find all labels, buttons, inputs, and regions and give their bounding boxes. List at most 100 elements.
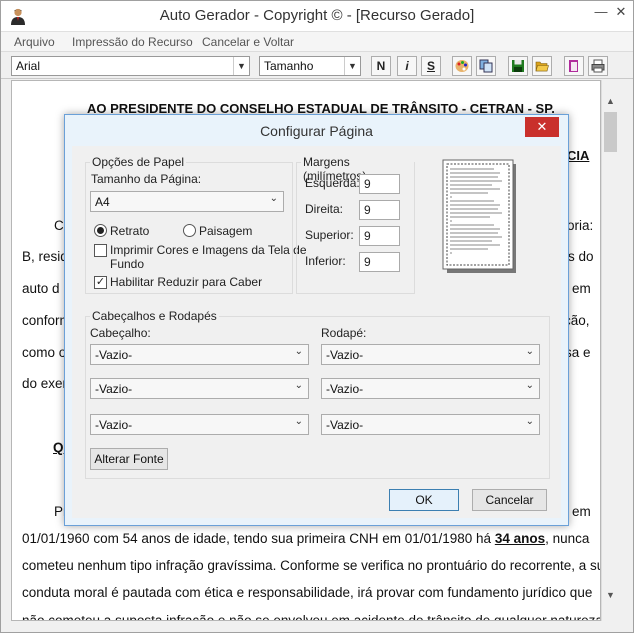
footer-select-1[interactable]: -Vazio- ⌄ (321, 344, 540, 365)
footer-label: Rodapé: (321, 326, 367, 340)
landscape-radio[interactable] (183, 224, 196, 237)
paragraph-line: cometeu nenhum tipo infração gravíssima.… (22, 558, 601, 573)
margin-left-input[interactable]: 9 (359, 174, 400, 194)
header-select-value: -Vazio- (95, 418, 133, 432)
print-colors-checkbox[interactable] (94, 244, 107, 257)
title-bar: Auto Gerador - Copyright © - [Recurso Ge… (1, 1, 633, 32)
header-select-2[interactable]: -Vazio- ⌄ (90, 378, 309, 399)
page-size-select[interactable]: A4 ⌄ (90, 191, 284, 212)
save-button[interactable] (508, 56, 528, 76)
font-size-select[interactable]: Tamanho ▼ (259, 56, 361, 76)
document-heading-fragment: CIA (567, 148, 590, 163)
menu-bar: Arquivo Impressão do Recurso Cancelar e … (1, 32, 633, 52)
page-setup-dialog: Configurar Página ✕ Opções de Papel Tama… (64, 114, 569, 526)
headers-footers-legend: Cabeçalhos e Rodapés (90, 309, 219, 323)
margin-right-input[interactable]: 9 (359, 200, 400, 220)
chevron-down-icon: ⌄ (525, 416, 534, 427)
color-palette-button[interactable] (452, 56, 472, 76)
scrollbar-thumb[interactable] (604, 112, 617, 152)
menu-impressao-do-recurso[interactable]: Impressão do Recurso (72, 35, 193, 49)
dialog-title-bar: Configurar Página ✕ (65, 115, 568, 146)
margin-top-input[interactable]: 9 (359, 226, 400, 246)
close-window-button[interactable]: ✕ (607, 1, 634, 23)
header-label: Cabeçalho: (90, 326, 151, 340)
scroll-down-icon[interactable]: ▼ (602, 587, 619, 604)
chevron-down-icon: ⌄ (294, 346, 303, 357)
folder-open-icon (535, 61, 549, 72)
paper-options-group: Opções de Papel Tamanho da Página: A4 ⌄ … (85, 155, 307, 294)
margin-bottom-input[interactable]: 9 (359, 252, 400, 272)
shrink-to-fit-checkbox[interactable]: ✓ (94, 276, 107, 289)
bold-button[interactable]: N (371, 56, 391, 76)
margins-group: Margens (milímetros) Esquerda: 9 Direita… (296, 155, 415, 294)
chevron-down-icon: ▼ (233, 57, 249, 75)
paragraph-line: 01/01/1960 com 54 anos de idade, tendo s… (22, 531, 589, 546)
paragraph-line: conduta moral é pautada com ética e resp… (22, 585, 593, 600)
text-line: s do (568, 249, 594, 264)
landscape-label[interactable]: Paisagem (199, 224, 252, 238)
margin-bottom-label: Inferior: (305, 254, 346, 268)
italic-button[interactable]: i (397, 56, 417, 76)
font-size-value: Tamanho (264, 59, 314, 73)
footer-select-value: -Vazio- (326, 382, 364, 396)
text-line: oria: (567, 218, 594, 233)
copy-icon (479, 59, 493, 73)
chevron-down-icon: ⌄ (269, 193, 278, 204)
font-family-value: Arial (16, 59, 41, 73)
chevron-down-icon: ⌄ (525, 346, 534, 357)
menu-cancelar-e-voltar[interactable]: Cancelar e Voltar (202, 35, 294, 49)
paragraph-text: , nunca (545, 531, 590, 546)
margin-left-label: Esquerda: (305, 176, 360, 190)
page-size-value: A4 (95, 195, 110, 209)
print-button[interactable] (588, 56, 608, 76)
margin-right-label: Direita: (305, 202, 344, 216)
text-line: auto d (22, 281, 60, 296)
page-size-label: Tamanho da Página: (91, 172, 202, 186)
menu-arquivo[interactable]: Arquivo (14, 35, 55, 49)
save-icon (512, 60, 524, 72)
open-button[interactable] (532, 56, 552, 76)
page-preview-icon (442, 159, 516, 273)
text-line: em (572, 281, 591, 296)
footer-select-3[interactable]: -Vazio- ⌄ (321, 414, 540, 435)
vertical-scrollbar[interactable]: ▲ ▼ (601, 80, 618, 621)
app-window: Auto Gerador - Copyright © - [Recurso Ge… (0, 0, 634, 633)
chevron-down-icon: ⌄ (294, 416, 303, 427)
margin-top-label: Superior: (305, 228, 354, 242)
footer-select-2[interactable]: -Vazio- ⌄ (321, 378, 540, 399)
years-highlight: 34 anos (494, 531, 546, 546)
chevron-down-icon: ▼ (344, 57, 360, 75)
scroll-up-icon[interactable]: ▲ (602, 93, 619, 110)
portrait-radio[interactable] (94, 224, 107, 237)
font-family-select[interactable]: Arial ▼ (11, 56, 250, 76)
text-line: como o (22, 345, 67, 360)
header-select-1[interactable]: -Vazio- ⌄ (90, 344, 309, 365)
printer-icon (591, 59, 605, 73)
header-select-value: -Vazio- (95, 382, 133, 396)
header-select-value: -Vazio- (95, 348, 133, 362)
paper-options-legend: Opções de Papel (90, 155, 187, 169)
chevron-down-icon: ⌄ (294, 380, 303, 391)
ok-button[interactable]: OK (389, 489, 459, 511)
formatting-toolbar: Arial ▼ Tamanho ▼ N i S (1, 52, 633, 79)
dialog-close-button[interactable]: ✕ (525, 117, 559, 137)
dialog-title: Configurar Página (260, 123, 373, 139)
portrait-label[interactable]: Retrato (110, 224, 149, 238)
cancel-button[interactable]: Cancelar (472, 489, 547, 511)
underline-button[interactable]: S (421, 56, 441, 76)
text-line: em (572, 504, 591, 519)
document-icon (569, 60, 578, 72)
print-colors-label-line2[interactable]: Fundo (110, 257, 144, 271)
text-line: B, resid (22, 249, 68, 264)
copy-format-button[interactable] (476, 56, 496, 76)
footer-select-value: -Vazio- (326, 418, 364, 432)
shrink-to-fit-label[interactable]: Habilitar Reduzir para Caber (110, 275, 262, 289)
change-font-button[interactable]: Alterar Fonte (90, 448, 168, 470)
chevron-down-icon: ⌄ (525, 380, 534, 391)
document-button[interactable] (564, 56, 584, 76)
dialog-body: Opções de Papel Tamanho da Página: A4 ⌄ … (72, 146, 561, 518)
print-colors-label[interactable]: Imprimir Cores e Imagens da Tela de (110, 243, 307, 257)
text-line: do exer (22, 376, 68, 391)
footer-select-value: -Vazio- (326, 348, 364, 362)
header-select-3[interactable]: -Vazio- ⌄ (90, 414, 309, 435)
